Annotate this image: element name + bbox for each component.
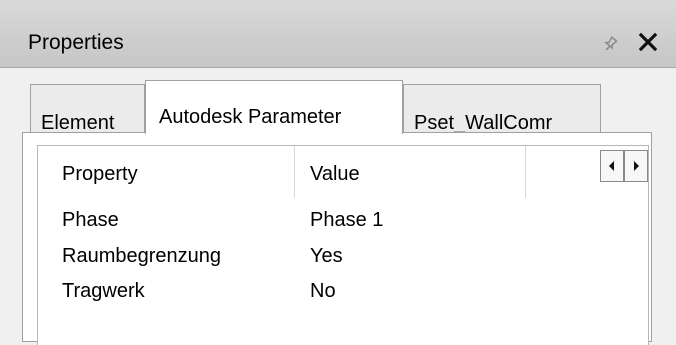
tab-page: Property Value Phase Phase 1 Raumbegrenz… [22, 132, 652, 345]
pin-icon[interactable] [598, 30, 624, 56]
tab-label: Pset_WallComr [414, 112, 553, 134]
panel-titlebar: Properties [0, 0, 676, 68]
close-icon[interactable] [635, 29, 661, 55]
column-separator [294, 146, 295, 198]
property-value-phase[interactable]: Phase 1 [310, 208, 383, 232]
panel-title: Properties [28, 31, 124, 54]
value-column-header[interactable]: Value [310, 162, 360, 186]
tab-label: Autodesk Parameter [159, 106, 342, 128]
column-separator [525, 146, 526, 198]
tab-pset-wallcommon[interactable]: Pset_WallComr [403, 84, 601, 134]
property-name-tragwerk[interactable]: Tragwerk [62, 279, 145, 303]
properties-panel: Properties Element Autodesk Parameter Ps… [0, 0, 676, 345]
scroll-left-icon[interactable] [600, 150, 624, 182]
tab-autodesk-parameter[interactable]: Autodesk Parameter [145, 80, 403, 134]
property-column-header[interactable]: Property [62, 162, 138, 186]
tab-element[interactable]: Element [30, 84, 145, 134]
property-grid: Property Value Phase Phase 1 Raumbegrenz… [37, 145, 649, 345]
property-name-raumbegrenzung[interactable]: Raumbegrenzung [62, 244, 221, 268]
property-value-raumbegrenzung[interactable]: Yes [310, 244, 343, 268]
property-name-phase[interactable]: Phase [62, 208, 119, 232]
tab-label: Element [41, 112, 115, 134]
scroll-right-icon[interactable] [624, 150, 648, 182]
property-value-tragwerk[interactable]: No [310, 279, 336, 303]
property-tabs: Element Autodesk Parameter Pset_WallComr [0, 68, 676, 182]
